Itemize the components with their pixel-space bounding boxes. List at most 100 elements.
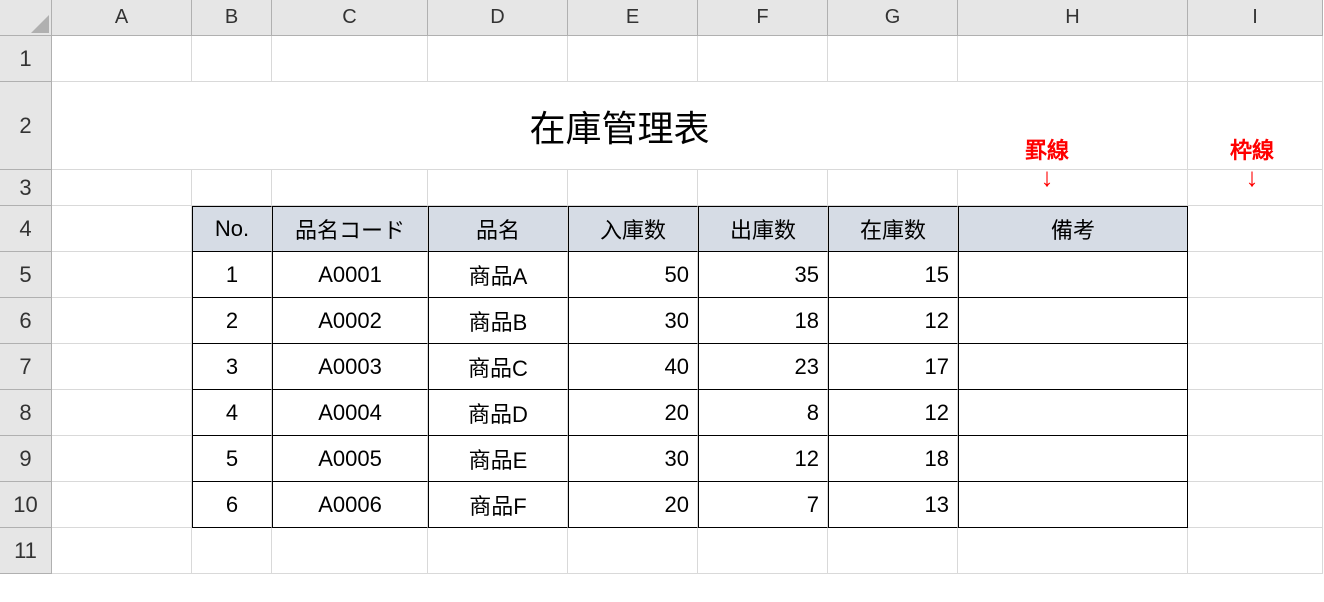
cell-stock-5[interactable]: 13 — [828, 482, 958, 528]
cell-A11[interactable] — [52, 528, 192, 574]
cell-out-0[interactable]: 35 — [698, 252, 828, 298]
cell-F3[interactable] — [698, 170, 828, 206]
cell-G1[interactable] — [828, 36, 958, 82]
cell-A5[interactable] — [52, 252, 192, 298]
column-header-H[interactable]: H — [958, 0, 1188, 36]
row-header-4[interactable]: 4 — [0, 206, 52, 252]
cell-stock-4[interactable]: 18 — [828, 436, 958, 482]
cell-no-4[interactable]: 5 — [192, 436, 272, 482]
cell-A3[interactable] — [52, 170, 192, 206]
cell-out-1[interactable]: 18 — [698, 298, 828, 344]
cell-E1[interactable] — [568, 36, 698, 82]
cell-title[interactable]: 在庫管理表 — [52, 82, 1188, 170]
cell-in-3[interactable]: 20 — [568, 390, 698, 436]
cell-A1[interactable] — [52, 36, 192, 82]
row-header-6[interactable]: 6 — [0, 298, 52, 344]
column-header-F[interactable]: F — [698, 0, 828, 36]
cell-code-1[interactable]: A0002 — [272, 298, 428, 344]
cell-A9[interactable] — [52, 436, 192, 482]
cell-out-2[interactable]: 23 — [698, 344, 828, 390]
cell-I8[interactable] — [1188, 390, 1323, 436]
cell-th-out[interactable]: 出庫数 — [698, 206, 828, 252]
cell-I6[interactable] — [1188, 298, 1323, 344]
cell-A10[interactable] — [52, 482, 192, 528]
cell-note-5[interactable] — [958, 482, 1188, 528]
column-header-C[interactable]: C — [272, 0, 428, 36]
cell-E3[interactable] — [568, 170, 698, 206]
cell-I5[interactable] — [1188, 252, 1323, 298]
cell-A7[interactable] — [52, 344, 192, 390]
cell-note-3[interactable] — [958, 390, 1188, 436]
row-header-8[interactable]: 8 — [0, 390, 52, 436]
row-header-9[interactable]: 9 — [0, 436, 52, 482]
cell-F11[interactable] — [698, 528, 828, 574]
cell-B1[interactable] — [192, 36, 272, 82]
cell-stock-2[interactable]: 17 — [828, 344, 958, 390]
cell-code-0[interactable]: A0001 — [272, 252, 428, 298]
column-header-B[interactable]: B — [192, 0, 272, 36]
cell-out-4[interactable]: 12 — [698, 436, 828, 482]
cell-note-2[interactable] — [958, 344, 1188, 390]
cell-C1[interactable] — [272, 36, 428, 82]
cell-D1[interactable] — [428, 36, 568, 82]
cell-name-3[interactable]: 商品D — [428, 390, 568, 436]
cell-B3[interactable] — [192, 170, 272, 206]
row-header-5[interactable]: 5 — [0, 252, 52, 298]
cell-G11[interactable] — [828, 528, 958, 574]
row-header-2[interactable]: 2 — [0, 82, 52, 170]
cell-code-2[interactable]: A0003 — [272, 344, 428, 390]
cell-out-5[interactable]: 7 — [698, 482, 828, 528]
column-header-I[interactable]: I — [1188, 0, 1323, 36]
cell-name-4[interactable]: 商品E — [428, 436, 568, 482]
cell-no-0[interactable]: 1 — [192, 252, 272, 298]
cell-I4[interactable] — [1188, 206, 1323, 252]
cell-code-5[interactable]: A0006 — [272, 482, 428, 528]
cell-code-4[interactable]: A0005 — [272, 436, 428, 482]
cell-name-2[interactable]: 商品C — [428, 344, 568, 390]
cell-name-0[interactable]: 商品A — [428, 252, 568, 298]
cell-F1[interactable] — [698, 36, 828, 82]
cell-no-2[interactable]: 3 — [192, 344, 272, 390]
cell-note-1[interactable] — [958, 298, 1188, 344]
cell-E11[interactable] — [568, 528, 698, 574]
cell-stock-1[interactable]: 12 — [828, 298, 958, 344]
row-header-1[interactable]: 1 — [0, 36, 52, 82]
cell-in-5[interactable]: 20 — [568, 482, 698, 528]
cell-H1[interactable] — [958, 36, 1188, 82]
row-header-7[interactable]: 7 — [0, 344, 52, 390]
cell-th-stock[interactable]: 在庫数 — [828, 206, 958, 252]
cell-no-1[interactable]: 2 — [192, 298, 272, 344]
cell-in-0[interactable]: 50 — [568, 252, 698, 298]
cell-in-1[interactable]: 30 — [568, 298, 698, 344]
cell-I11[interactable] — [1188, 528, 1323, 574]
cell-in-4[interactable]: 30 — [568, 436, 698, 482]
cell-C11[interactable] — [272, 528, 428, 574]
cell-out-3[interactable]: 8 — [698, 390, 828, 436]
cell-in-2[interactable]: 40 — [568, 344, 698, 390]
row-header-11[interactable]: 11 — [0, 528, 52, 574]
cell-th-name[interactable]: 品名 — [428, 206, 568, 252]
column-header-E[interactable]: E — [568, 0, 698, 36]
cell-I9[interactable] — [1188, 436, 1323, 482]
cell-I7[interactable] — [1188, 344, 1323, 390]
column-header-A[interactable]: A — [52, 0, 192, 36]
cell-name-5[interactable]: 商品F — [428, 482, 568, 528]
cell-G3[interactable] — [828, 170, 958, 206]
cell-name-1[interactable]: 商品B — [428, 298, 568, 344]
cell-note-0[interactable] — [958, 252, 1188, 298]
cell-stock-3[interactable]: 12 — [828, 390, 958, 436]
cell-note-4[interactable] — [958, 436, 1188, 482]
cell-th-in[interactable]: 入庫数 — [568, 206, 698, 252]
cell-D3[interactable] — [428, 170, 568, 206]
cell-I10[interactable] — [1188, 482, 1323, 528]
cell-C3[interactable] — [272, 170, 428, 206]
cell-th-note[interactable]: 備考 — [958, 206, 1188, 252]
cell-th-code[interactable]: 品名コード — [272, 206, 428, 252]
column-header-G[interactable]: G — [828, 0, 958, 36]
cell-no-5[interactable]: 6 — [192, 482, 272, 528]
column-header-D[interactable]: D — [428, 0, 568, 36]
cell-no-3[interactable]: 4 — [192, 390, 272, 436]
cell-I1[interactable] — [1188, 36, 1323, 82]
row-header-10[interactable]: 10 — [0, 482, 52, 528]
row-header-3[interactable]: 3 — [0, 170, 52, 206]
